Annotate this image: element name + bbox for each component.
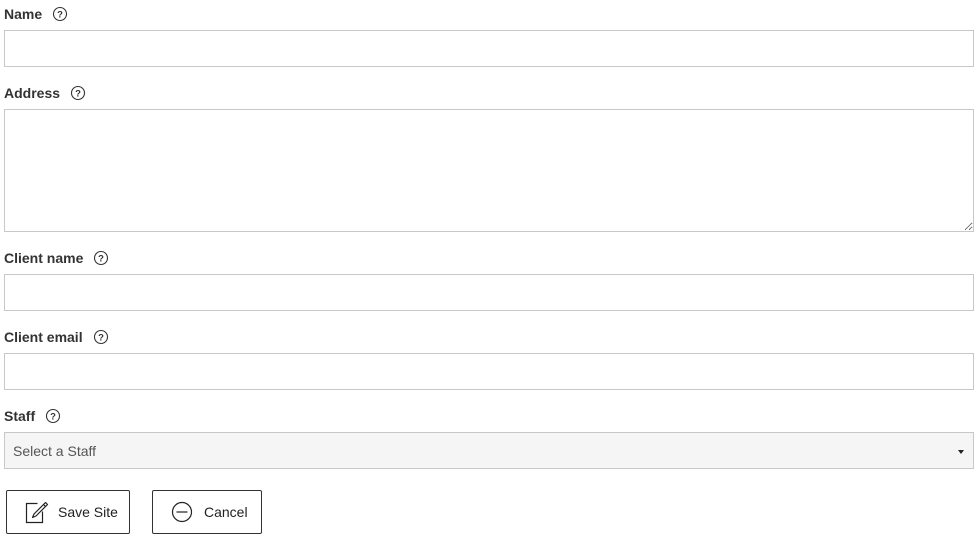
svg-text:?: ? — [50, 411, 56, 422]
name-label: Name — [4, 6, 43, 22]
help-icon[interactable]: ? — [93, 250, 109, 266]
help-icon[interactable]: ? — [70, 85, 86, 101]
client-email-label: Client email — [4, 329, 83, 345]
save-site-label: Save Site — [58, 504, 118, 520]
svg-text:?: ? — [98, 253, 104, 264]
svg-text:?: ? — [98, 332, 104, 343]
help-icon[interactable]: ? — [52, 6, 68, 22]
client-email-label-row: Client email ? — [4, 328, 109, 346]
client-name-label-row: Client name ? — [4, 249, 109, 267]
edit-icon — [23, 499, 49, 525]
svg-text:?: ? — [75, 88, 81, 99]
cancel-label: Cancel — [204, 504, 248, 520]
client-email-input[interactable] — [4, 353, 974, 390]
address-label: Address — [4, 85, 61, 101]
save-site-button[interactable]: Save Site — [6, 490, 130, 534]
svg-text:?: ? — [57, 9, 63, 20]
caret-down-icon — [958, 450, 964, 454]
minus-circle-icon — [171, 501, 193, 523]
name-input[interactable] — [4, 30, 974, 67]
address-textarea[interactable] — [4, 109, 974, 232]
help-icon[interactable]: ? — [45, 408, 61, 424]
site-form: Name ? Address ? Client name ? Client em… — [0, 0, 980, 535]
staff-label: Staff — [4, 408, 36, 424]
address-label-row: Address ? — [4, 84, 86, 102]
staff-label-row: Staff ? — [4, 407, 61, 425]
name-label-row: Name ? — [4, 5, 68, 23]
client-name-input[interactable] — [4, 274, 974, 311]
staff-select[interactable]: Select a Staff — [4, 432, 974, 469]
help-icon[interactable]: ? — [93, 329, 109, 345]
client-name-label: Client name — [4, 250, 84, 266]
cancel-button[interactable]: Cancel — [152, 490, 262, 534]
staff-select-value: Select a Staff — [13, 442, 97, 459]
